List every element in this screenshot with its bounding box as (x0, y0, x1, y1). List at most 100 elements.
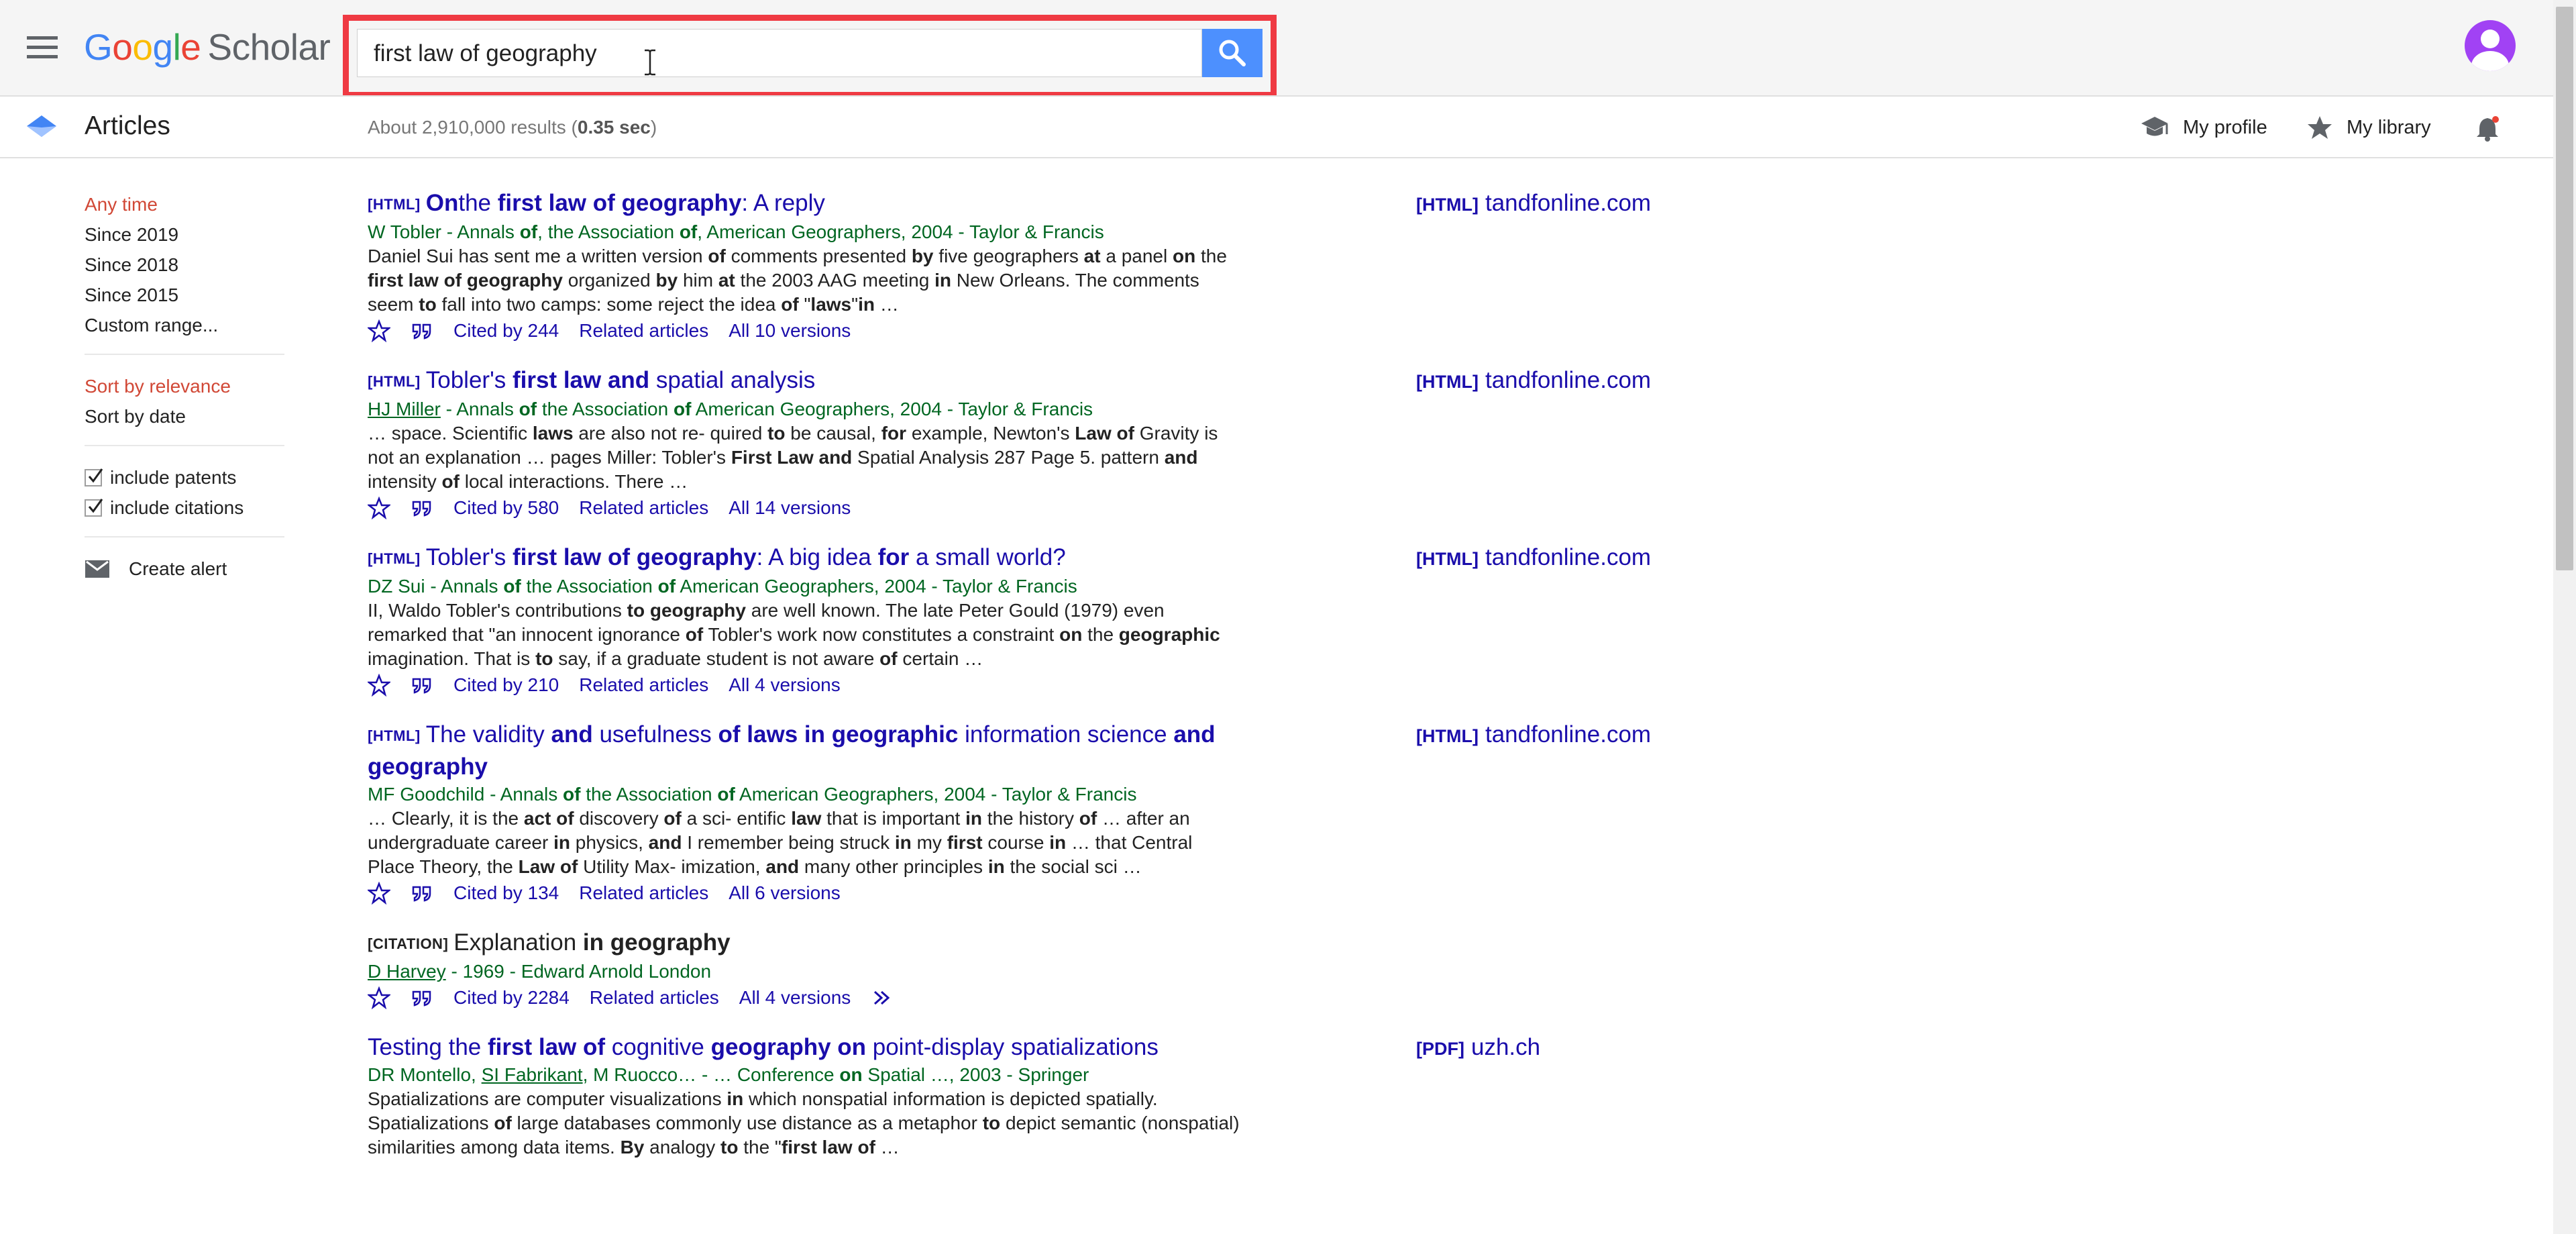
my-profile-link[interactable]: My profile (2140, 114, 2267, 141)
result-title[interactable]: [HTML] Tobler's first law of geography: A… (368, 542, 1253, 574)
search-input[interactable] (372, 30, 1180, 78)
cited-by-link[interactable]: Cited by 580 (453, 494, 559, 522)
full-text-source-link[interactable]: [HTML] tandfonline.com (1416, 365, 1651, 397)
result-snippet-text: and (765, 856, 800, 877)
result-snippet-text: laws (532, 423, 574, 444)
author-link[interactable]: SI Fabrikant (482, 1064, 583, 1085)
sort-by-date[interactable]: Sort by date (85, 401, 286, 431)
all-versions-link[interactable]: All 14 versions (729, 494, 851, 522)
menu-icon[interactable] (23, 34, 62, 60)
filter-since-2018[interactable]: Since 2018 (85, 250, 286, 280)
result-title[interactable]: [HTML] Onthe first law of geography: A re… (368, 188, 1253, 220)
sort-by-relevance[interactable]: Sort by relevance (85, 371, 286, 401)
result-snippet-text: the social sci … (1004, 856, 1142, 877)
result-snippet-text: on (1059, 624, 1083, 645)
scrollbar-thumb[interactable] (2556, 7, 2573, 570)
result-snippet-text: large databases commonly use distance as… (511, 1113, 983, 1133)
result-snippet-text: a sci- entific (681, 808, 792, 829)
full-text-source-link[interactable]: [PDF] uzh.ch (1416, 1032, 1540, 1064)
cite-quote-icon[interactable] (411, 319, 433, 342)
all-versions-link[interactable]: All 6 versions (729, 879, 841, 907)
author-link[interactable]: HJ Miller (368, 399, 441, 419)
include-citations-label: include citations (110, 497, 244, 518)
result-snippet-text: of (663, 808, 682, 829)
save-star-icon[interactable] (368, 674, 390, 697)
sidebar-divider (85, 536, 284, 537)
source-format-tag: [PDF] (1416, 1039, 1464, 1059)
related-articles-link[interactable]: Related articles (590, 984, 719, 1012)
full-text-source-link[interactable]: [HTML] tandfonline.com (1416, 719, 1651, 752)
result-title[interactable]: [HTML] The validity and usefulness of law… (368, 719, 1253, 782)
filter-since-2015[interactable]: Since 2015 (85, 280, 286, 310)
include-citations-checkbox[interactable]: include citations (85, 493, 286, 523)
filter-custom-range[interactable]: Custom range... (85, 310, 286, 340)
result-snippet-text: first law of geography (368, 270, 563, 291)
include-patents-checkbox[interactable]: include patents (85, 462, 286, 493)
result-authors-text: of (673, 399, 692, 419)
notification-bell-icon[interactable] (2474, 115, 2501, 142)
account-avatar[interactable] (2465, 20, 2516, 71)
result-snippet-text: many other principles (799, 856, 988, 877)
result-title[interactable]: [HTML] Tobler's first law and spatial ana… (368, 365, 1253, 397)
my-library-link[interactable]: My library (2306, 114, 2431, 141)
search-button[interactable] (1202, 29, 1263, 77)
result-snippet-text: are also not re- quired (573, 423, 768, 444)
source-format-tag: [HTML] (1416, 549, 1479, 569)
result-snippet: … space. Scientific laws are also not re… (368, 421, 1240, 494)
result-snippet-text: First Law and (731, 447, 853, 468)
result-snippet-text: at (1083, 246, 1101, 266)
save-star-icon[interactable] (368, 497, 390, 519)
search-icon (1219, 40, 1246, 66)
result-snippet-text: that is important (821, 808, 966, 829)
all-versions-link[interactable]: All 4 versions (729, 671, 841, 699)
filter-any-time[interactable]: Any time (85, 189, 286, 219)
result-authors-text: of (563, 784, 581, 805)
filter-since-2019[interactable]: Since 2019 (85, 219, 286, 250)
result-snippet-text: … Clearly, it is the (368, 808, 524, 829)
result-snippet-text: to (982, 1113, 1001, 1133)
save-star-icon[interactable] (368, 882, 390, 905)
cite-quote-icon[interactable] (411, 674, 433, 697)
more-chevrons-icon[interactable] (871, 986, 894, 1009)
cited-by-link[interactable]: Cited by 134 (453, 879, 559, 907)
related-articles-link[interactable]: Related articles (579, 879, 708, 907)
results-list: [HTML] Onthe first law of geography: A re… (368, 188, 1651, 1180)
save-star-icon[interactable] (368, 986, 390, 1009)
result-actions: Cited by 134 Related articles All 6 versio… (368, 879, 1240, 907)
result-snippet-text: intensity (368, 471, 442, 492)
result-title-text: a small world? (909, 544, 1066, 570)
result-snippet-text: II, Waldo Tobler's contributions (368, 600, 627, 621)
results-count: About 2,910,000 results (0.35 sec) (368, 117, 657, 138)
result-authors-text: of (519, 221, 538, 242)
graduation-cap-icon (2141, 117, 2168, 136)
result-title[interactable]: Testing the first law of cognitive geogr… (368, 1032, 1253, 1063)
full-text-source-link[interactable]: [HTML] tandfonline.com (1416, 188, 1651, 220)
related-articles-link[interactable]: Related articles (579, 317, 708, 345)
cite-quote-icon[interactable] (411, 986, 433, 1009)
save-star-icon[interactable] (368, 319, 390, 342)
result-snippet-text: of (685, 624, 704, 645)
result-snippet-text: discovery (574, 808, 664, 829)
cited-by-link[interactable]: Cited by 210 (453, 671, 559, 699)
author-link[interactable]: D Harvey (368, 961, 446, 982)
cited-by-link[interactable]: Cited by 244 (453, 317, 559, 345)
cite-quote-icon[interactable] (411, 497, 433, 519)
cite-quote-icon[interactable] (411, 882, 433, 905)
scrollbar[interactable] (2553, 0, 2576, 1234)
related-articles-link[interactable]: Related articles (579, 671, 708, 699)
search-result: Testing the first law of cognitive geogr… (368, 1032, 1540, 1160)
all-versions-link[interactable]: All 10 versions (729, 317, 851, 345)
result-snippet-text: to geography (627, 600, 746, 621)
source-domain: tandfonline.com (1485, 190, 1652, 216)
google-scholar-logo[interactable]: Google Scholar (84, 25, 331, 68)
result-snippet-text: " (851, 294, 859, 315)
create-alert-link[interactable]: Create alert (85, 554, 286, 584)
result-snippet-text: Spatializations are computer visualizati… (368, 1088, 727, 1109)
search-result: [HTML] The validity and usefulness of law… (368, 719, 1651, 907)
related-articles-link[interactable]: Related articles (579, 494, 708, 522)
result-snippet: … Clearly, it is the act of discovery of… (368, 807, 1240, 879)
cited-by-link[interactable]: Cited by 2284 (453, 984, 570, 1012)
result-title-text: spatial analysis (649, 367, 816, 393)
full-text-source-link[interactable]: [HTML] tandfonline.com (1416, 542, 1651, 574)
all-versions-link[interactable]: All 4 versions (739, 984, 851, 1012)
